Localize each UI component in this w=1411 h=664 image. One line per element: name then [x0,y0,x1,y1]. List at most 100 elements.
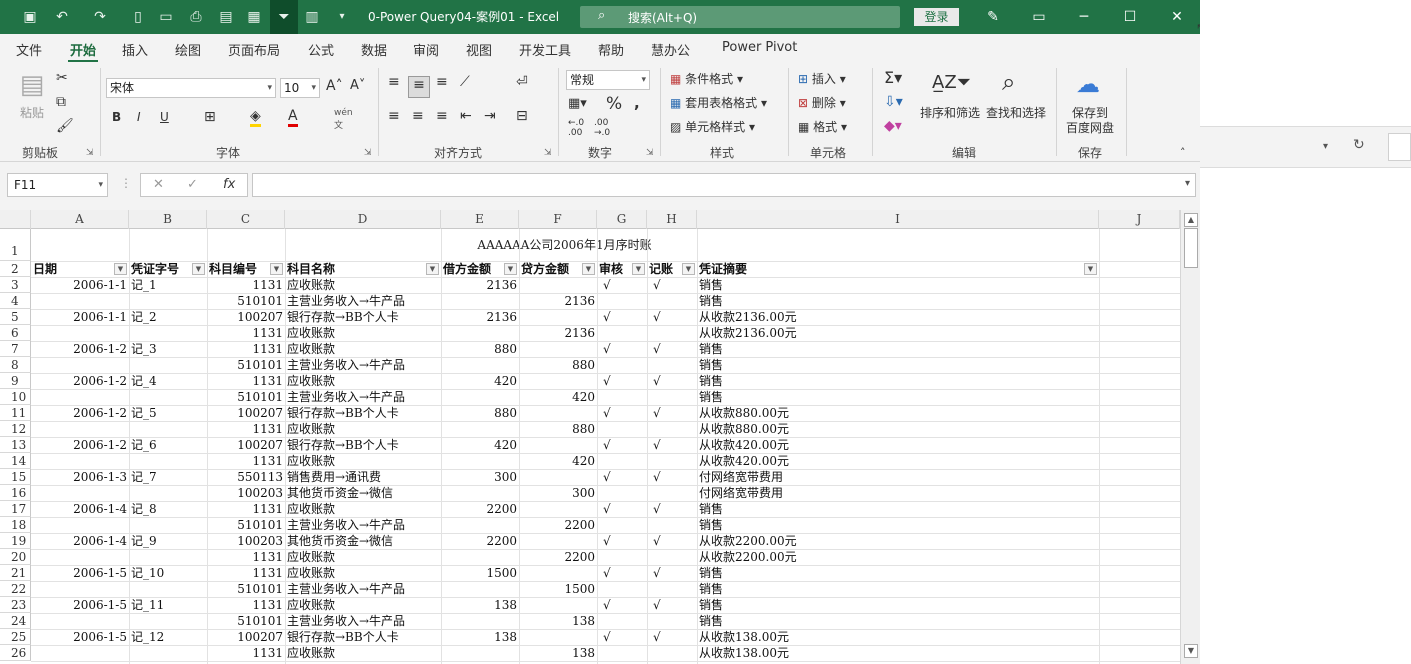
tab-developer[interactable]: 开发工具 [519,40,571,59]
table-cell-credit[interactable] [519,373,597,389]
row-header[interactable]: 26 [0,645,31,661]
table-cell-date[interactable]: 2006-1-1 [31,277,129,293]
table-cell-code[interactable]: 510101 [207,517,285,533]
row-header[interactable]: 2 [0,261,31,277]
wrap-text-icon[interactable]: ⏎ [516,74,528,90]
format-cells-button[interactable]: ▦ 格式 ▾ [798,118,847,135]
table-cell-credit[interactable]: 2136 [519,293,597,309]
delete-cells-button[interactable]: ⊠ 删除 ▾ [798,94,846,111]
table-cell-audit[interactable] [597,357,647,373]
table-cell-post[interactable]: √ [647,533,697,549]
table-cell-credit[interactable]: 880 [519,421,597,437]
table-cell-memo[interactable]: 销售 [697,341,1099,357]
table-cell-post[interactable] [647,613,697,629]
decrease-indent-icon[interactable]: ⇤ [460,108,472,124]
table-cell-code[interactable]: 1131 [207,373,285,389]
underline-button[interactable]: U [160,110,169,124]
font-color-icon[interactable]: A [288,108,298,127]
autosum-icon[interactable]: Σ▾ [884,68,902,87]
row-header[interactable]: 22 [0,581,31,597]
table-cell-debit[interactable]: 2136 [441,277,519,293]
row-header[interactable]: 14 [0,453,31,469]
table-cell-date[interactable]: 2006-1-2 [31,405,129,421]
table-header-cell[interactable]: 科目名称 [285,261,441,277]
table-cell-credit[interactable]: 420 [519,453,597,469]
column-header-f[interactable]: F [519,210,597,229]
table-cell-debit[interactable] [441,389,519,405]
table-cell-audit[interactable] [597,645,647,661]
table-cell-voucher[interactable] [129,453,207,469]
table-cell-post[interactable]: √ [647,405,697,421]
tab-home[interactable]: 开始 [70,40,96,59]
table-cell-memo[interactable]: 从收款880.00元 [697,421,1099,437]
table-cell-debit[interactable] [441,613,519,629]
row-header[interactable]: 8 [0,357,31,373]
insert-cells-button[interactable]: ⊞ 插入 ▾ [798,70,846,87]
align-left-icon[interactable]: ≡ [388,108,400,124]
tab-draw[interactable]: 绘图 [175,40,201,59]
table-cell-name[interactable]: 应收账款 [285,597,441,613]
table-cell-post[interactable]: √ [647,501,697,517]
increase-indent-icon[interactable]: ⇥ [484,108,496,124]
table-cell-debit[interactable] [441,293,519,309]
number-launcher-icon[interactable]: ⇲ [646,148,654,158]
border-icon[interactable]: ⊞ [204,109,216,125]
format-as-table-button[interactable]: ▦ 套用表格格式 ▾ [670,94,767,111]
alignment-launcher-icon[interactable]: ⇲ [544,148,552,158]
table-cell-date[interactable] [31,389,129,405]
percent-button[interactable]: % [606,94,622,114]
decrease-font-icon[interactable]: A˅ [350,78,365,93]
find-select-button[interactable]: 查找和选择 [986,104,1046,121]
filter-dropdown-icon[interactable]: ▼ [114,263,127,275]
undo-icon[interactable]: ↶ [52,7,72,27]
table-cell-post[interactable] [647,517,697,533]
table-cell-name[interactable]: 应收账款 [285,341,441,357]
table-cell-post[interactable] [647,325,697,341]
table-cell-voucher[interactable]: 记_6 [129,437,207,453]
table-cell-debit[interactable]: 1500 [441,565,519,581]
baidu-cloud-icon[interactable]: ☁ [1076,70,1100,98]
fill-color-icon[interactable]: ◈ [250,108,261,127]
row-header[interactable]: 4 [0,293,31,309]
table-cell-voucher[interactable] [129,421,207,437]
table-cell-debit[interactable] [441,453,519,469]
row-header[interactable]: 15 [0,469,31,485]
table-cell-credit[interactable]: 300 [519,485,597,501]
row-header[interactable]: 21 [0,565,31,581]
search-box[interactable]: ⌕ 搜索(Alt+Q) [580,6,900,28]
table-cell-voucher[interactable]: 记_1 [129,277,207,293]
preview-icon[interactable]: ▤ [216,7,236,27]
row-header[interactable]: 7 [0,341,31,357]
table-cell-voucher[interactable] [129,485,207,501]
table-cell-post[interactable] [647,549,697,565]
table-cell-name[interactable]: 主营业务收入→牛产品 [285,517,441,533]
accounting-format-icon[interactable]: ▦▾ [568,96,587,111]
table-cell-post[interactable] [647,357,697,373]
align-middle-icon[interactable]: ≡ [408,76,430,98]
table-cell-credit[interactable]: 138 [519,613,597,629]
table-cell-post[interactable] [647,485,697,501]
table-cell-code[interactable]: 1131 [207,645,285,661]
table-cell-memo[interactable]: 从收款138.00元 [697,645,1099,661]
table-cell-debit[interactable] [441,645,519,661]
table-cell-name[interactable]: 主营业务收入→牛产品 [285,581,441,597]
baidu-cloud-button[interactable]: 百度网盘 [1066,119,1114,136]
table-cell-memo[interactable]: 从收款2136.00元 [697,309,1099,325]
table-cell-post[interactable] [647,389,697,405]
table-cell-audit[interactable] [597,293,647,309]
table-cell-post[interactable]: √ [647,565,697,581]
table-cell-post[interactable] [647,581,697,597]
table-cell-date[interactable]: 2006-1-2 [31,373,129,389]
table-cell-memo[interactable]: 从收款2136.00元 [697,325,1099,341]
table-cell-post[interactable]: √ [647,373,697,389]
column-header-c[interactable]: C [207,210,285,229]
table-cell-debit[interactable] [441,581,519,597]
table-cell-voucher[interactable] [129,517,207,533]
table-cell-post[interactable] [647,421,697,437]
decrease-decimal-icon[interactable]: .00 →.0 [594,118,610,138]
table-cell-code[interactable]: 1131 [207,501,285,517]
increase-decimal-icon[interactable]: ←.0.00 [568,118,584,138]
table-cell-post[interactable]: √ [647,597,697,613]
tab-huibangong[interactable]: 慧办公 [651,40,690,59]
table-cell-code[interactable]: 1131 [207,597,285,613]
